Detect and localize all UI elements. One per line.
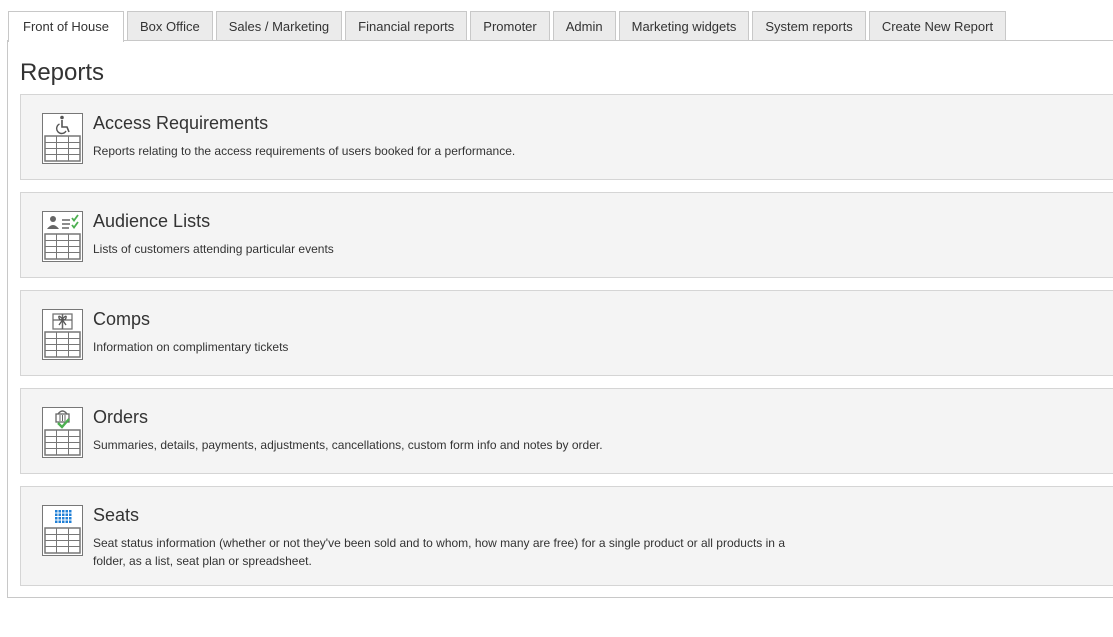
tab-panel: Reports Access Requirements Reports rela… bbox=[7, 40, 1113, 598]
report-title: Access Requirements bbox=[93, 113, 269, 133]
report-category-tabs: Front of House Box Office Sales / Market… bbox=[8, 11, 1009, 42]
basket-check-table-icon bbox=[42, 407, 83, 458]
report-title: Orders bbox=[93, 407, 149, 427]
report-title: Seats bbox=[93, 505, 140, 525]
tab-front-of-house[interactable]: Front of House bbox=[8, 11, 124, 42]
report-card-audience-lists[interactable]: Audience Lists Lists of customers attend… bbox=[20, 192, 1113, 278]
report-description: Lists of customers attending particular … bbox=[93, 242, 334, 256]
user-checklist-table-icon bbox=[42, 211, 83, 262]
gift-table-icon bbox=[42, 309, 83, 360]
report-description: Information on complimentary tickets bbox=[93, 340, 289, 354]
tab-promoter[interactable]: Promoter bbox=[470, 11, 550, 41]
report-card-comps[interactable]: Comps Information on complimentary ticke… bbox=[20, 290, 1113, 376]
page-title: Reports bbox=[20, 59, 105, 86]
report-title: Comps bbox=[93, 309, 151, 329]
tab-marketing-widgets[interactable]: Marketing widgets bbox=[618, 11, 750, 41]
report-description: Summaries, details, payments, adjustment… bbox=[93, 438, 603, 452]
wheelchair-table-icon bbox=[42, 113, 83, 164]
report-card-seats[interactable]: Seats Seat status information (whether o… bbox=[20, 486, 1113, 586]
report-description: Seat status information (whether or not … bbox=[93, 536, 785, 568]
tab-system-reports[interactable]: System reports bbox=[752, 11, 866, 41]
seat-grid-table-icon bbox=[42, 505, 83, 556]
tab-create-new-report[interactable]: Create New Report bbox=[868, 11, 1007, 41]
tab-admin[interactable]: Admin bbox=[552, 11, 616, 41]
tab-sales-marketing[interactable]: Sales / Marketing bbox=[215, 11, 343, 41]
report-card-orders[interactable]: Orders Summaries, details, payments, adj… bbox=[20, 388, 1113, 474]
report-card-access-requirements[interactable]: Access Requirements Reports relating to … bbox=[20, 94, 1113, 180]
tab-financial-reports[interactable]: Financial reports bbox=[345, 11, 468, 41]
report-title: Audience Lists bbox=[93, 211, 211, 231]
tab-box-office[interactable]: Box Office bbox=[127, 11, 213, 41]
report-description: Reports relating to the access requireme… bbox=[93, 144, 516, 158]
